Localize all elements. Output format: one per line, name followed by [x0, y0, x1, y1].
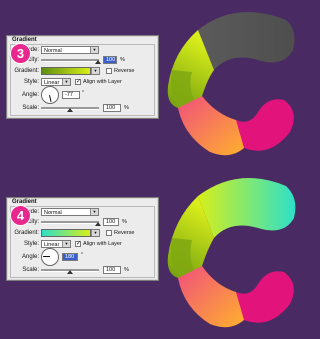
reverse-label: Reverse — [114, 68, 135, 74]
style-value: Linear — [44, 242, 60, 248]
angle-dial[interactable] — [41, 86, 59, 104]
reverse-label: Reverse — [114, 230, 135, 236]
scale-unit: % — [124, 267, 129, 273]
chevron-down-icon[interactable]: ▼ — [90, 209, 98, 215]
opacity-slider-thumb[interactable] — [95, 222, 101, 226]
logo-segment-teal — [198, 178, 296, 238]
angle-unit: ° — [82, 90, 84, 96]
chevron-down-icon[interactable]: ▼ — [62, 79, 70, 85]
logo-segment-gray — [198, 12, 295, 70]
gradient-picker-select[interactable]: ▼ — [91, 229, 100, 237]
scale-slider-thumb[interactable] — [67, 108, 73, 112]
blend-mode-value: Normal — [44, 48, 62, 54]
step-badge: 3 — [10, 43, 31, 64]
style-label: Style: — [23, 241, 39, 247]
angle-unit: ° — [81, 252, 83, 258]
reverse-checkbox[interactable] — [106, 230, 112, 236]
c-logo-step-4 — [167, 178, 296, 328]
gradient-picker-select[interactable]: ▼ — [91, 67, 100, 75]
angle-indicator — [43, 256, 50, 257]
step-badge: 4 — [10, 205, 31, 226]
reverse-checkbox[interactable] — [106, 68, 112, 74]
style-value: Linear — [44, 80, 60, 86]
blend-mode-select[interactable]: Normal ▼ — [41, 46, 99, 54]
chevron-down-icon[interactable]: ▼ — [62, 241, 70, 247]
opacity-field[interactable]: 100 — [103, 218, 119, 226]
logo-segment-orange — [178, 96, 246, 156]
chevron-down-icon[interactable]: ▼ — [91, 68, 99, 74]
opacity-unit: % — [120, 57, 125, 63]
align-with-layer-label: Align with Layer — [83, 79, 122, 85]
opacity-slider[interactable] — [41, 221, 99, 224]
angle-dial[interactable] — [41, 248, 59, 266]
opacity-field[interactable]: 100 — [103, 56, 117, 64]
logo-segment-orange — [178, 266, 246, 328]
gradient-preview[interactable] — [41, 229, 91, 237]
blend-mode-value: Normal — [44, 210, 62, 216]
style-select[interactable]: Linear ▼ — [41, 240, 71, 248]
opacity-unit: % — [122, 219, 127, 225]
chevron-down-icon[interactable]: ▼ — [91, 230, 99, 236]
logo-segment-pink — [236, 271, 294, 323]
angle-label: Angle: — [21, 254, 39, 260]
blend-mode-select[interactable]: Normal ▼ — [41, 208, 99, 216]
c-logo-step-3 — [167, 12, 295, 156]
scale-label: Scale: — [22, 267, 39, 273]
gradient-label: Gradient: — [14, 230, 39, 236]
scale-unit: % — [124, 105, 129, 111]
chevron-down-icon[interactable]: ▼ — [90, 47, 98, 53]
panel-title: Gradient — [12, 199, 37, 205]
angle-indicator — [49, 95, 52, 103]
align-with-layer-checkbox[interactable]: ✓ — [75, 241, 81, 247]
scale-field[interactable]: 100 — [103, 104, 121, 112]
align-with-layer-label: Align with Layer — [83, 241, 122, 247]
angle-field[interactable]: -77 — [62, 91, 80, 99]
scale-label: Scale: — [22, 105, 39, 111]
opacity-slider-thumb[interactable] — [95, 60, 101, 64]
style-select[interactable]: Linear ▼ — [41, 78, 71, 86]
angle-label: Angle: — [21, 92, 39, 98]
align-with-layer-checkbox[interactable]: ✓ — [75, 79, 81, 85]
panel-title: Gradient — [12, 37, 37, 43]
opacity-slider[interactable] — [41, 59, 99, 62]
scale-slider-thumb[interactable] — [67, 270, 73, 274]
gradient-preview[interactable] — [41, 67, 91, 75]
style-label: Style: — [23, 79, 39, 85]
gradient-label: Gradient: — [14, 68, 39, 74]
scale-field[interactable]: 100 — [103, 266, 121, 274]
angle-field[interactable]: 180 — [62, 253, 78, 261]
logo-segment-pink — [236, 99, 294, 151]
